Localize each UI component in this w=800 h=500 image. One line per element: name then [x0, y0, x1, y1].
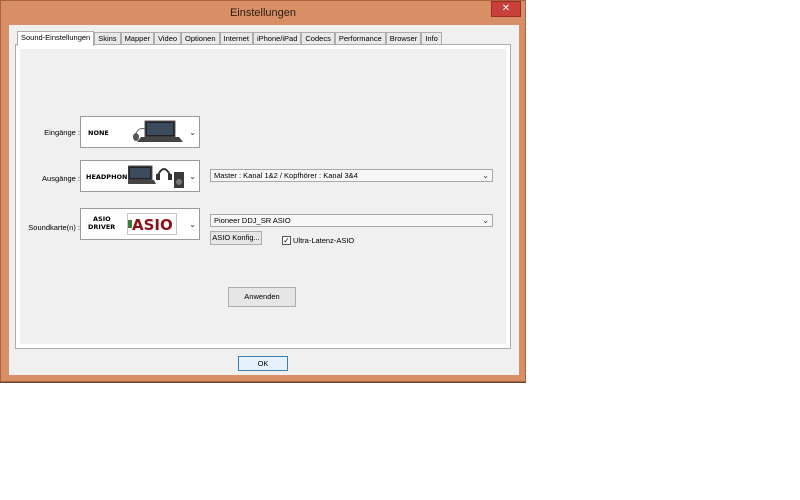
tab-sound-einstellungen[interactable]: Sound-Einstellungen: [17, 31, 95, 46]
apply-button[interactable]: Anwenden: [228, 287, 296, 307]
soundcard-driver-value: Pioneer DDJ_SR ASIO: [214, 216, 291, 225]
asio-logo-text: ASIO: [132, 216, 173, 234]
soundcard-device-line1: ASIO: [93, 215, 111, 223]
soundcard-driver-dropdown[interactable]: Pioneer DDJ_SR ASIO ⌄: [210, 214, 493, 227]
tab-bar: Sound-Einstellungen Skins Mapper Video O…: [17, 31, 442, 46]
inputs-label: Eingänge :: [44, 128, 80, 137]
sound-settings-panel: Eingänge : NONE ⌄ Ausgänge : HEADPHONES …: [15, 44, 511, 349]
dropdown-arrow-icon: ⌄: [482, 171, 489, 180]
soundcard-device-line2: DRIVER: [88, 223, 116, 231]
output-routing-value: Master : Kanal 1&2 / Kopfhörer : Kanal 3…: [214, 171, 358, 180]
asio-config-button[interactable]: ASIO Konfig...: [210, 231, 262, 245]
soundcard-label: Soundkarte(n) :: [28, 223, 80, 232]
chevron-down-icon: ⌄: [189, 172, 196, 181]
panel-content: Eingänge : NONE ⌄ Ausgänge : HEADPHONES …: [20, 49, 506, 344]
window-title: Einstellungen: [229, 7, 297, 19]
inputs-device-selector[interactable]: NONE ⌄: [80, 116, 200, 148]
ok-button[interactable]: OK: [238, 356, 288, 371]
close-button[interactable]: ✕: [491, 1, 521, 17]
headphones-laptop-speaker-icon: [128, 165, 184, 188]
title-bar[interactable]: Einstellungen ✕: [1, 1, 525, 25]
chevron-down-icon: ⌄: [189, 128, 196, 137]
asio-logo: ASIO: [127, 213, 177, 235]
inputs-device-name: NONE: [88, 129, 109, 137]
ultra-latency-label: Ultra-Latenz-ASIO: [293, 236, 355, 245]
asio-logo-accent: [128, 220, 132, 228]
soundcard-device-selector[interactable]: ASIO DRIVER ASIO ⌄: [80, 208, 200, 240]
laptop-mouse-icon: [133, 120, 183, 142]
outputs-label: Ausgänge :: [42, 174, 80, 183]
outputs-device-selector[interactable]: HEADPHONES ⌄: [80, 160, 200, 192]
window-client-area: Sound-Einstellungen Skins Mapper Video O…: [9, 25, 519, 375]
chevron-down-icon: ⌄: [189, 220, 196, 229]
dropdown-arrow-icon: ⌄: [482, 216, 489, 225]
ultra-latency-checkbox[interactable]: ✓: [282, 236, 291, 245]
output-routing-dropdown[interactable]: Master : Kanal 1&2 / Kopfhörer : Kanal 3…: [210, 169, 493, 182]
settings-window: Einstellungen ✕ Sound-Einstellungen Skin…: [0, 0, 526, 382]
